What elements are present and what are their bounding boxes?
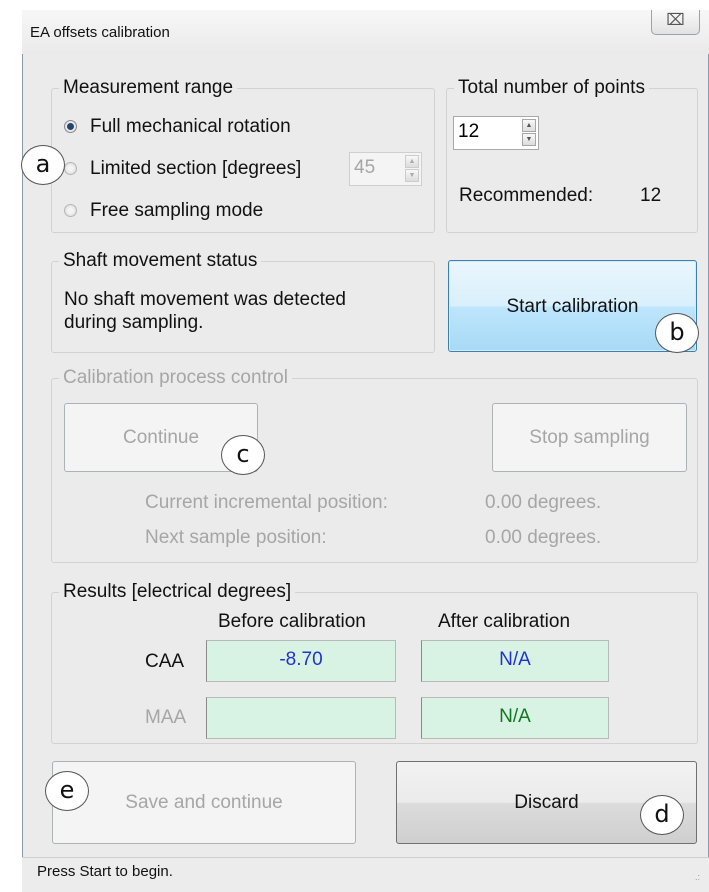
save-and-continue-label: Save and continue xyxy=(125,792,283,813)
next-position-label: Next sample position: xyxy=(145,527,327,548)
shaft-status-line-1: No shaft movement was detected xyxy=(64,289,346,310)
recommended-value: 12 xyxy=(640,185,662,206)
points-group xyxy=(446,88,698,233)
save-and-continue-button[interactable]: Save and continue xyxy=(52,761,356,844)
caa-after-field: N/A xyxy=(421,640,609,682)
spin-down-button[interactable]: ▼ xyxy=(405,169,419,182)
stop-sampling-label: Stop sampling xyxy=(529,427,650,448)
window-title: EA offsets calibration xyxy=(30,24,170,41)
limited-degrees-spinner[interactable]: 45 ▲ ▼ xyxy=(349,152,422,186)
results-row-caa-name: CAA xyxy=(145,651,185,672)
resize-grip-icon[interactable]: .: xyxy=(695,872,700,882)
close-icon: ⌧ xyxy=(666,12,685,29)
points-down-button[interactable]: ▼ xyxy=(522,133,536,146)
callout-d: d xyxy=(640,795,684,835)
points-up-button[interactable]: ▲ xyxy=(522,119,536,132)
shaft-status-label: Shaft movement status xyxy=(59,250,262,272)
current-position-value: 0.00 degrees. xyxy=(485,492,602,513)
limited-degrees-value: 45 xyxy=(354,157,376,178)
maa-before-field xyxy=(206,697,396,739)
radio-full-rotation[interactable] xyxy=(64,120,77,133)
radio-limited-section[interactable] xyxy=(64,162,77,175)
caa-before-field: -8.70 xyxy=(206,640,396,682)
start-calibration-label: Start calibration xyxy=(506,296,639,317)
callout-a: a xyxy=(21,145,65,185)
maa-after-field: N/A xyxy=(421,697,609,739)
spin-up-button[interactable]: ▲ xyxy=(405,155,419,168)
measurement-range-label: Measurement range xyxy=(59,77,238,99)
callout-b: b xyxy=(655,313,699,353)
results-label: Results [electrical degrees] xyxy=(59,581,296,603)
option-limited-section-label: Limited section [degrees] xyxy=(90,158,302,179)
current-position-label: Current incremental position: xyxy=(145,492,388,513)
callout-e: e xyxy=(45,771,89,811)
shaft-status-line-2: during sampling. xyxy=(64,312,204,333)
points-value: 12 xyxy=(458,121,480,142)
radio-free-sampling[interactable] xyxy=(64,204,77,217)
close-button[interactable]: ⌧ xyxy=(651,10,700,35)
points-spinner[interactable]: 12 ▲ ▼ xyxy=(453,116,539,150)
status-text: Press Start to begin. xyxy=(37,863,173,880)
option-free-sampling-label: Free sampling mode xyxy=(90,200,264,221)
callout-c: c xyxy=(221,435,265,475)
process-control-label: Calibration process control xyxy=(59,367,292,389)
next-position-value: 0.00 degrees. xyxy=(485,527,602,548)
points-label: Total number of points xyxy=(454,77,649,99)
discard-label: Discard xyxy=(514,792,579,813)
results-header-before: Before calibration xyxy=(218,611,366,632)
recommended-label: Recommended: xyxy=(459,185,594,206)
option-full-rotation-label: Full mechanical rotation xyxy=(90,116,291,137)
results-header-after: After calibration xyxy=(438,611,571,632)
stop-sampling-button[interactable]: Stop sampling xyxy=(492,403,687,472)
results-row-maa-name: MAA xyxy=(145,707,187,728)
continue-label: Continue xyxy=(122,427,200,448)
